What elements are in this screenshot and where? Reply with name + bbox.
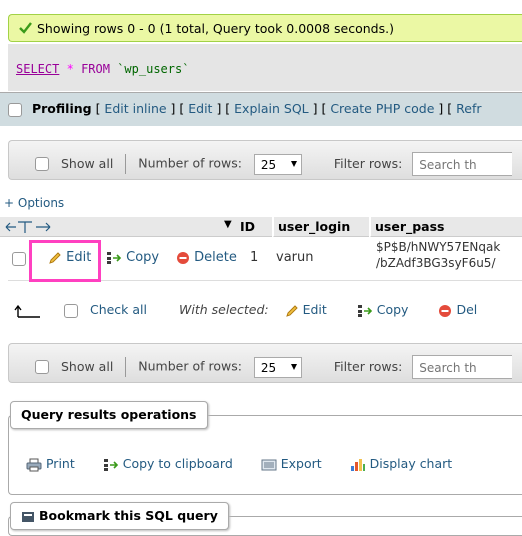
delete-icon — [177, 251, 189, 264]
column-arrows-icon[interactable] — [4, 220, 56, 234]
sql-keyword-from: FROM — [81, 62, 110, 76]
divider — [125, 154, 127, 174]
rows-navigation-top: Show all Number of rows: 25 Filter rows: — [8, 140, 522, 180]
sql-query-text: SELECT * FROM `wp_users` — [16, 62, 189, 76]
divider — [125, 357, 127, 377]
bulk-edit-action[interactable]: Edit — [285, 302, 331, 317]
number-of-rows-label-bottom: Number of rows: — [138, 358, 242, 374]
number-of-rows-select-top[interactable]: 25 — [253, 153, 302, 175]
number-of-rows-label-top: Number of rows: — [138, 155, 242, 171]
dropdown-arrow-icon — [290, 363, 297, 370]
pencil-icon — [285, 304, 298, 317]
refresh-link[interactable]: Refr — [456, 101, 481, 116]
rows-value: 25 — [260, 157, 277, 172]
print-action[interactable]: Print — [26, 456, 79, 471]
sql-star: * — [66, 62, 74, 76]
print-link[interactable]: Print — [46, 456, 75, 471]
delete-icon — [439, 304, 452, 317]
with-selected-label: With selected: — [178, 302, 269, 317]
export-action[interactable]: Export — [261, 456, 326, 471]
column-header-user-login[interactable]: user_login — [273, 217, 369, 237]
filter-rows-field-bottom[interactable] — [417, 360, 512, 376]
copy-to-clipboard-link[interactable]: Copy to clipboard — [123, 456, 233, 471]
bulk-copy-action[interactable]: Copy — [357, 302, 413, 317]
table-header-actions: ▼ — [0, 217, 232, 237]
sort-desc-icon[interactable]: ▼ — [224, 219, 232, 230]
rows-navigation-bottom: Show all Number of rows: 25 Filter rows: — [8, 343, 522, 383]
bulk-copy-link[interactable]: Copy — [377, 302, 409, 317]
cell-user-pass[interactable]: $P$B/hNWY57ENqak /bZAdf3BG3syF6u5/ — [376, 240, 500, 270]
success-message-text: Showing rows 0 - 0 (1 total, Query took … — [37, 21, 394, 36]
row-copy-link[interactable]: Copy — [126, 250, 159, 265]
filter-rows-field-top[interactable] — [417, 157, 512, 173]
show-all-label-bottom[interactable]: Show all — [61, 359, 113, 374]
bookmark-icon — [22, 511, 34, 522]
dropdown-arrow-icon — [290, 160, 297, 167]
export-link[interactable]: Export — [281, 456, 322, 471]
profiling-label: Profiling — [31, 101, 92, 116]
column-header-user-pass[interactable]: user_pass — [370, 217, 522, 237]
display-chart-link[interactable]: Display chart — [370, 456, 453, 471]
query-results-operations-legend: Query results operations — [10, 401, 208, 429]
bookmark-legend: Bookmark this SQL query — [10, 502, 229, 530]
export-icon — [261, 459, 277, 470]
sql-table-name: `wp_users` — [117, 62, 190, 76]
copy-icon — [107, 251, 122, 264]
show-all-checkbox-bottom[interactable] — [35, 360, 49, 374]
explain-sql-link[interactable]: Explain SQL — [234, 101, 308, 116]
options-link[interactable]: + Options — [4, 196, 64, 210]
number-of-rows-select-bottom[interactable]: 25 — [253, 356, 302, 378]
bulk-delete-link[interactable]: Del — [456, 302, 477, 317]
sql-keyword-select[interactable]: SELECT — [16, 62, 59, 76]
arrow-ltr-icon — [14, 304, 40, 318]
bulk-delete-action[interactable]: Del — [438, 302, 477, 317]
query-operations-links: Print Copy to clipboard Export Display c… — [16, 456, 476, 472]
create-php-code-link[interactable]: Create PHP code — [330, 101, 434, 116]
checkmark-icon — [19, 22, 32, 34]
rows-value: 25 — [260, 360, 277, 375]
check-all-checkbox[interactable] — [63, 303, 78, 318]
row-delete-link[interactable]: Delete — [194, 250, 237, 265]
filter-rows-input-bottom[interactable] — [412, 355, 513, 379]
printer-icon — [26, 458, 42, 471]
check-all-link[interactable]: Check all — [90, 302, 147, 317]
sql-query-box: SELECT * FROM `wp_users` — [8, 44, 522, 91]
bar-chart-icon — [350, 458, 365, 471]
column-header-user-pass-label: user_pass — [375, 219, 445, 234]
filter-rows-input-top[interactable] — [412, 152, 513, 176]
edit-query-link[interactable]: Edit — [188, 101, 212, 116]
cell-user-pass-line1: $P$B/hNWY57ENqak — [376, 240, 501, 254]
bulk-actions-bar: Check all With selected: Edit Copy Del — [14, 302, 477, 319]
cell-user-login[interactable]: varun — [276, 250, 313, 265]
filter-rows-label-bottom: Filter rows: — [333, 358, 403, 374]
column-header-id[interactable]: ID — [232, 217, 272, 237]
cell-id[interactable]: 1 — [250, 250, 258, 265]
display-chart-action[interactable]: Display chart — [350, 456, 453, 471]
row-copy-action[interactable]: Copy — [106, 250, 159, 265]
column-header-id-label: ID — [240, 219, 256, 234]
filter-rows-label-top: Filter rows: — [333, 155, 403, 171]
query-tools-bar: Profiling [ Edit inline ] [ Edit ] [ Exp… — [0, 92, 522, 126]
copy-to-clipboard-action[interactable]: Copy to clipboard — [103, 456, 237, 471]
copy-icon — [357, 304, 372, 317]
bookmark-legend-text: Bookmark this SQL query — [39, 508, 218, 523]
show-all-label-top[interactable]: Show all — [61, 156, 113, 171]
copy-icon — [103, 458, 118, 471]
profiling-checkbox[interactable] — [8, 102, 22, 117]
edit-inline-link[interactable]: Edit inline — [104, 101, 166, 116]
cell-user-pass-line2: /bZAdf3BG3syF6u5/ — [376, 256, 496, 270]
edit-highlight-box — [29, 240, 101, 282]
success-message-bar: Showing rows 0 - 0 (1 total, Query took … — [8, 14, 522, 42]
bulk-edit-link[interactable]: Edit — [303, 302, 327, 317]
column-header-user-login-label: user_login — [278, 219, 351, 234]
row-delete-action[interactable]: Delete — [176, 250, 237, 265]
row-checkbox[interactable] — [12, 252, 26, 266]
show-all-checkbox-top[interactable] — [35, 157, 49, 171]
